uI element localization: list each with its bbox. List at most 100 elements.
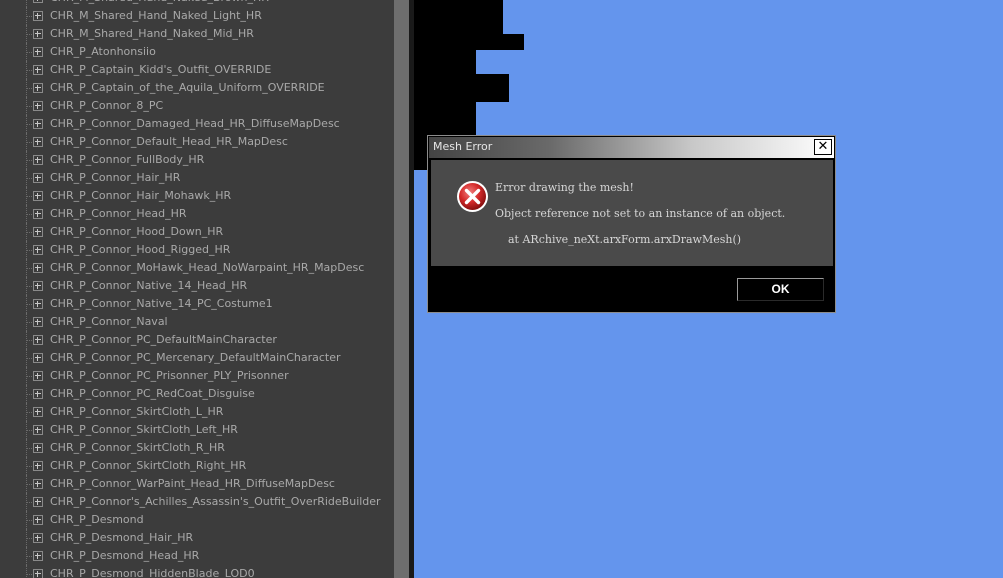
expand-plus-icon[interactable] [33,515,43,525]
tree-item-label: CHR_P_Connor_SkirtCloth_Right_HR [50,459,247,472]
expand-plus-icon[interactable] [33,371,43,381]
tree-guide-line [26,394,32,395]
expand-plus-icon[interactable] [33,317,43,327]
expand-plus-icon[interactable] [33,569,43,578]
tree-item-label: CHR_P_Connor_Hood_Down_HR [50,225,224,238]
tree-item-label: CHR_P_Connor_Damaged_Head_HR_DiffuseMapD… [50,117,340,130]
expand-plus-icon[interactable] [33,551,43,561]
tree-item-label: CHR_P_Captain_of_the_Aquila_Uniform_OVER… [50,81,325,94]
tree-guide-line [26,0,27,7]
tree-item-label: CHR_P_Connor_Naval [50,315,168,328]
expand-plus-icon[interactable] [33,533,43,543]
tree-item-label: CHR_P_Connor_Head_HR [50,207,187,220]
tree-guide-line [26,106,32,107]
tree-item-label: CHR_P_Connor's_Achilles_Assassin's_Outfi… [50,495,381,508]
tree-item-label: CHR_P_Connor_Hair_HR [50,171,181,184]
tree-guide-line [26,268,32,269]
tree-item-label: CHR_M_Shared_Hand_Naked_Brown_HR [50,0,269,7]
tree-guide-line [26,448,32,449]
tree-item-label: CHR_P_Connor_SkirtCloth_Left_HR [50,423,238,436]
tree-item-label: CHR_P_Connor_SkirtCloth_L_HR [50,405,224,418]
tree-guide-line [26,358,32,359]
tree-guide-line [26,538,32,539]
expand-plus-icon[interactable] [33,155,43,165]
expand-plus-icon[interactable] [33,209,43,219]
tree-guide-line [26,412,32,413]
error-icon [457,181,488,212]
error-message-body: Object reference not set to an instance … [495,207,786,220]
expand-plus-icon[interactable] [33,119,43,129]
tree-guide-line [26,565,27,578]
tree-guide-line [26,34,32,35]
tree-guide-line [26,196,32,197]
tree-guide-line [26,250,32,251]
tree-guide-line [26,286,32,287]
tree-item-label: CHR_P_Connor_Hood_Rigged_HR [50,243,231,256]
mesh-error-dialog: Mesh Error ✕ Error drawing the mesh! Obj… [427,135,836,313]
expand-plus-icon[interactable] [33,11,43,21]
tree-guide-line [26,466,32,467]
tree-item-label: CHR_P_Connor_PC_Mercenary_DefaultMainCha… [50,351,341,364]
tree-guide-line [26,52,32,53]
tree-guide-line [26,160,32,161]
tree-guide-line [26,574,32,575]
tree-guide-line [26,340,32,341]
tree-item-label: CHR_P_Desmond_Hair_HR [50,531,194,544]
tree-guide-line [26,520,32,521]
expand-plus-icon[interactable] [33,281,43,291]
error-stack-trace: at ARchive_neXt.arxForm.arxDrawMesh() [508,233,742,246]
tree-item-label: CHR_P_Atonhonsiio [50,45,156,58]
expand-plus-icon[interactable] [33,137,43,147]
expand-plus-icon[interactable] [33,353,43,363]
expand-plus-icon[interactable] [33,407,43,417]
tree-guide-line [26,376,32,377]
panel-splitter[interactable] [394,0,409,578]
tree-item-label: CHR_P_Connor_Hair_Mohawk_HR [50,189,232,202]
tree-item-label: CHR_P_Connor_8_PC [50,99,164,112]
tree-guide-line [26,178,32,179]
tree-guide-line [26,16,32,17]
expand-plus-icon[interactable] [33,65,43,75]
tree-guide-line [26,430,32,431]
expand-plus-icon[interactable] [33,101,43,111]
tree-guide-line [26,214,32,215]
tree-item-label: CHR_P_Desmond [50,513,144,526]
render-artifact [414,0,503,34]
tree-item-label: CHR_P_Desmond_HiddenBlade_LOD0 [50,567,255,578]
expand-plus-icon[interactable] [33,263,43,273]
dialog-body: Error drawing the mesh! Object reference… [431,160,833,266]
expand-plus-icon[interactable] [33,389,43,399]
expand-plus-icon[interactable] [33,245,43,255]
tree-guide-line [26,484,32,485]
expand-plus-icon[interactable] [33,191,43,201]
expand-plus-icon[interactable] [33,461,43,471]
tree-guide-line [26,70,32,71]
expand-plus-icon[interactable] [33,29,43,39]
tree-item-label: CHR_P_Captain_Kidd's_Outfit_OVERRIDE [50,63,272,76]
tree-item-label: CHR_P_Connor_PC_Prisonner_PLY_Prisonner [50,369,289,382]
ok-button[interactable]: OK [737,278,824,301]
expand-plus-icon[interactable] [33,335,43,345]
tree-item-label: CHR_P_Desmond_Head_HR [50,549,200,562]
expand-plus-icon[interactable] [33,47,43,57]
tree-item-label: CHR_P_Connor_PC_RedCoat_Disguise [50,387,255,400]
expand-plus-icon[interactable] [33,173,43,183]
dialog-footer: OK [429,269,834,311]
expand-plus-icon[interactable] [33,299,43,309]
close-icon[interactable]: ✕ [814,139,832,155]
tree-item-label: CHR_P_Connor_WarPaint_Head_HR_DiffuseMap… [50,477,335,490]
expand-plus-icon[interactable] [33,83,43,93]
error-message-title: Error drawing the mesh! [495,181,634,194]
tree-item-label: CHR_P_Connor_Native_14_Head_HR [50,279,248,292]
expand-plus-icon[interactable] [33,227,43,237]
expand-plus-icon[interactable] [33,479,43,489]
tree-guide-line [26,502,32,503]
dialog-titlebar[interactable]: Mesh Error ✕ [429,137,834,158]
expand-plus-icon[interactable] [33,497,43,507]
expand-plus-icon[interactable] [33,443,43,453]
expand-plus-icon[interactable] [33,425,43,435]
tree-item-label: CHR_P_Connor_Default_Head_HR_MapDesc [50,135,288,148]
asset-tree-panel[interactable]: CHR_M_Shared_Hand_Naked_Brown_HR CHR_M_Sh… [0,0,394,578]
expand-plus-icon[interactable] [33,0,43,3]
tree-item-label: CHR_M_Shared_Hand_Naked_Mid_HR [50,27,254,40]
